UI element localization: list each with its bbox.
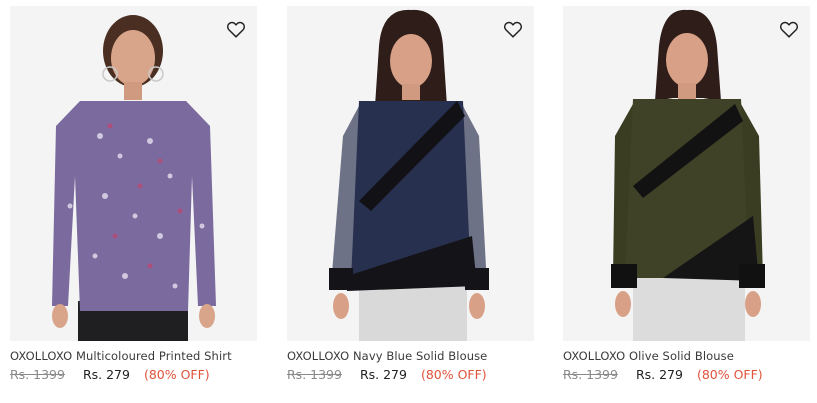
original-price: Rs. 1399 bbox=[563, 367, 618, 382]
product-card[interactable]: OXOLLOXO Multicoloured Printed Shirt Rs.… bbox=[10, 6, 257, 382]
original-price: Rs. 1399 bbox=[10, 367, 65, 382]
original-price: Rs. 1399 bbox=[287, 367, 342, 382]
sale-price: Rs. 279 bbox=[635, 367, 683, 382]
product-image[interactable] bbox=[10, 6, 257, 341]
product-card[interactable]: OXOLLOXO Navy Blue Solid Blouse Rs. 1399… bbox=[287, 6, 534, 382]
price-row: Rs. 1399 Rs. 279 (80% OFF) bbox=[563, 367, 810, 382]
wishlist-heart-icon[interactable] bbox=[225, 18, 247, 40]
price-row: Rs. 1399 Rs. 279 (80% OFF) bbox=[287, 367, 534, 382]
product-title[interactable]: OXOLLOXO Navy Blue Solid Blouse bbox=[287, 349, 534, 363]
product-image[interactable] bbox=[287, 6, 534, 341]
model-photo bbox=[10, 6, 257, 341]
wishlist-heart-icon[interactable] bbox=[502, 18, 524, 40]
product-title[interactable]: OXOLLOXO Multicoloured Printed Shirt bbox=[10, 349, 257, 363]
discount-label: (80% OFF) bbox=[420, 367, 487, 382]
sale-price: Rs. 279 bbox=[82, 367, 130, 382]
product-card[interactable]: OXOLLOXO Olive Solid Blouse Rs. 1399 Rs.… bbox=[563, 6, 810, 382]
discount-label: (80% OFF) bbox=[143, 367, 210, 382]
wishlist-heart-icon[interactable] bbox=[778, 18, 800, 40]
sale-price: Rs. 279 bbox=[359, 367, 407, 382]
discount-label: (80% OFF) bbox=[696, 367, 763, 382]
model-photo bbox=[563, 6, 810, 341]
model-photo bbox=[287, 6, 534, 341]
product-image[interactable] bbox=[563, 6, 810, 341]
product-title[interactable]: OXOLLOXO Olive Solid Blouse bbox=[563, 349, 810, 363]
price-row: Rs. 1399 Rs. 279 (80% OFF) bbox=[10, 367, 257, 382]
